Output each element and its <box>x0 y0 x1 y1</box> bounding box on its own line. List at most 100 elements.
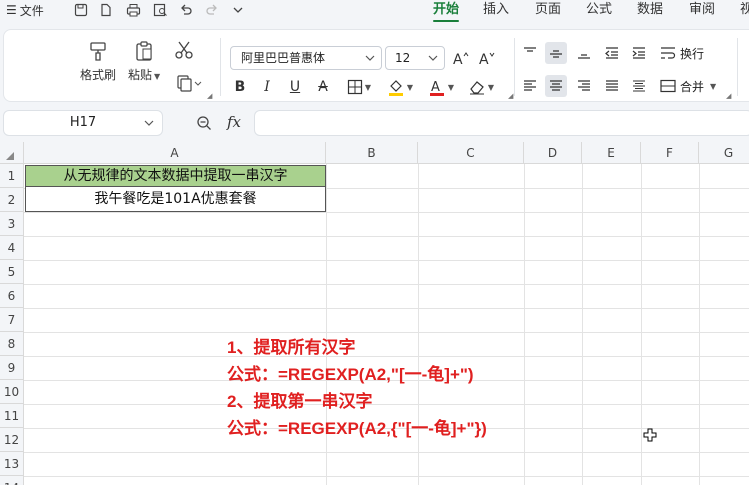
gridline <box>24 236 749 237</box>
formula-input[interactable] <box>254 110 749 136</box>
row-header[interactable]: 14 <box>0 476 24 485</box>
row-header[interactable]: 6 <box>0 284 24 308</box>
save-icon[interactable] <box>72 1 90 19</box>
borders-icon <box>347 79 363 95</box>
gridline <box>24 284 749 285</box>
tab-page[interactable]: 页面 <box>535 1 561 19</box>
tab-review[interactable]: 审阅 <box>689 1 715 19</box>
row-header[interactable]: 5 <box>0 260 24 284</box>
format-painter-label: 格式刷 <box>80 68 117 82</box>
print-preview-icon[interactable] <box>151 1 169 19</box>
zoom-lookup-icon[interactable] <box>196 115 212 134</box>
cell-a2[interactable]: 我午餐吃是101A优惠套餐 <box>25 187 326 212</box>
decrease-indent-icon[interactable] <box>601 42 623 64</box>
cell-a1-header[interactable]: 从无规律的文本数据中提取一串汉字 <box>25 165 326 187</box>
align-middle-icon[interactable] <box>545 42 567 64</box>
paste-label: 粘贴 ▼ <box>128 68 161 82</box>
format-painter-button[interactable]: 格式刷 <box>80 40 116 83</box>
tab-view[interactable]: 视 <box>740 1 749 19</box>
increase-indent-icon[interactable] <box>628 42 650 64</box>
copy-icon <box>176 74 202 92</box>
row-header[interactable]: 10 <box>0 380 24 404</box>
font-size-select[interactable]: 12 <box>385 46 445 70</box>
copy-button[interactable] <box>176 74 202 92</box>
undo-icon[interactable] <box>177 1 195 19</box>
distributed-icon[interactable] <box>628 75 650 97</box>
row-header[interactable]: 1 <box>0 164 24 188</box>
name-box[interactable]: H17 <box>3 110 163 136</box>
font-color-button[interactable]: A ▼ <box>425 76 457 98</box>
chevron-down-icon <box>428 47 438 78</box>
gridline <box>24 404 749 405</box>
chevron-down-icon: ▼ <box>710 81 717 91</box>
spreadsheet-grid[interactable]: A B C D E F G 1 2 3 4 5 6 7 8 9 10 11 12… <box>0 142 749 485</box>
gridline <box>24 260 749 261</box>
justify-icon[interactable] <box>601 75 623 97</box>
select-all-corner[interactable] <box>0 142 24 164</box>
tab-formula[interactable]: 公式 <box>586 1 612 19</box>
group-separator <box>737 38 738 96</box>
row-header[interactable]: 3 <box>0 212 24 236</box>
tab-data[interactable]: 数据 <box>637 1 663 19</box>
note-line-4: 公式：=REGEXP(A2,{"[一-龟]+"}) <box>227 419 487 438</box>
bold-button[interactable]: B <box>230 76 250 98</box>
column-header-e[interactable]: E <box>582 142 641 164</box>
align-center-icon[interactable] <box>545 75 567 97</box>
font-dialog-launcher-icon[interactable]: ◢ <box>508 92 513 100</box>
wrap-text-button[interactable]: 换行 <box>660 42 704 64</box>
gridline <box>24 452 749 453</box>
strikethrough-button[interactable]: A <box>313 76 333 98</box>
chevron-down-icon <box>365 47 375 78</box>
column-header-d[interactable]: D <box>524 142 582 164</box>
gridline <box>24 356 749 357</box>
insert-function-icon[interactable]: fx <box>227 113 241 131</box>
column-header-b[interactable]: B <box>326 142 418 164</box>
svg-text:A: A <box>431 80 440 95</box>
align-bottom-icon[interactable] <box>573 42 595 64</box>
merge-label: 合并 <box>680 79 705 94</box>
paste-button[interactable]: 粘贴 ▼ <box>128 40 160 83</box>
decrease-font-icon[interactable]: A <box>477 47 497 69</box>
redo-icon[interactable] <box>203 1 221 19</box>
row-header[interactable]: 4 <box>0 236 24 260</box>
dialog-launcher-icon[interactable]: ◢ <box>207 92 212 100</box>
tab-home[interactable]: 开始 <box>433 1 459 19</box>
column-header-c[interactable]: C <box>418 142 524 164</box>
cut-button[interactable] <box>174 40 194 60</box>
increase-font-icon[interactable]: A <box>451 47 471 69</box>
cell-reference: H17 <box>69 115 97 130</box>
font-name-value: 阿里巴巴普惠体 <box>241 51 326 65</box>
export-icon[interactable] <box>97 1 115 19</box>
font-color-icon: A <box>429 80 444 96</box>
italic-button[interactable]: I <box>257 76 277 98</box>
align-right-icon[interactable] <box>573 75 595 97</box>
align-top-icon[interactable] <box>519 42 541 64</box>
align-left-icon[interactable] <box>519 75 541 97</box>
row-header[interactable]: 2 <box>0 188 24 212</box>
note-line-2: 公式：=REGEXP(A2,"[一-龟]+") <box>227 365 474 384</box>
chevron-down-icon[interactable] <box>229 1 247 19</box>
formula-bar: H17 fx <box>0 106 749 142</box>
column-header-g[interactable]: G <box>699 142 749 164</box>
row-header[interactable]: 7 <box>0 308 24 332</box>
font-name-select[interactable]: 阿里巴巴普惠体 <box>230 46 382 70</box>
menu-icon: ☰ <box>6 3 17 17</box>
column-header-a[interactable]: A <box>24 142 326 164</box>
merge-button[interactable]: 合并 ▼ <box>660 75 716 97</box>
row-header[interactable]: 8 <box>0 332 24 356</box>
row-header[interactable]: 9 <box>0 356 24 380</box>
file-menu[interactable]: ☰ 文件 <box>6 1 44 19</box>
underline-button[interactable]: U <box>285 76 305 98</box>
column-header-f[interactable]: F <box>641 142 699 164</box>
ribbon: 格式刷 粘贴 ▼ ◢ 阿里巴巴普惠体 12 A A B I U A ▼ ▼ A … <box>0 22 749 106</box>
clear-format-button[interactable]: ▼ <box>465 76 497 98</box>
note-line-3: 2、提取第一串汉字 <box>227 392 373 411</box>
tab-insert[interactable]: 插入 <box>483 1 509 19</box>
fill-color-button[interactable]: ▼ <box>384 76 416 98</box>
row-header[interactable]: 13 <box>0 452 24 476</box>
borders-button[interactable]: ▼ <box>344 76 374 98</box>
row-header[interactable]: 12 <box>0 428 24 452</box>
alignment-dialog-launcher-icon[interactable]: ◢ <box>726 92 731 100</box>
print-icon[interactable] <box>124 1 142 19</box>
row-header[interactable]: 11 <box>0 404 24 428</box>
